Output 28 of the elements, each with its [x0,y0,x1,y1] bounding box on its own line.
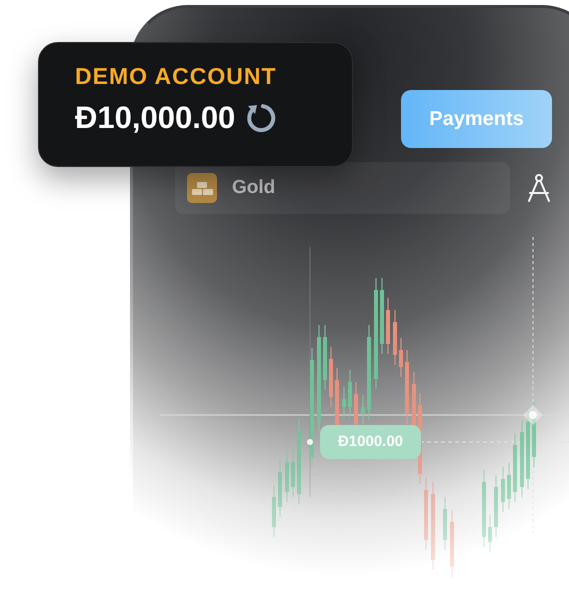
bullion-icon [187,173,217,203]
account-label: DEMO ACCOUNT [75,63,278,90]
candle [488,514,492,552]
candle [399,338,403,378]
candle [323,324,327,390]
candle [278,460,282,518]
candle [501,466,505,512]
asset-selector[interactable]: Gold [175,162,510,214]
entry-point-marker [307,439,313,445]
candle [361,394,365,424]
price-tag: Đ1000.00 [320,425,421,459]
candle [494,474,498,538]
refresh-icon[interactable] [245,102,278,134]
candle [285,450,289,502]
candle [386,298,390,354]
candle [329,346,333,408]
candle [507,462,511,510]
candle [450,510,454,578]
candle [348,370,352,418]
candle [291,450,295,498]
asset-name: Gold [232,177,276,199]
balance-amount: Đ10,000.00 [75,100,236,136]
candle [513,432,517,502]
compass-icon[interactable] [526,173,552,203]
candle [443,496,447,550]
candle [272,484,276,538]
candle [393,310,397,366]
candle [342,386,346,418]
